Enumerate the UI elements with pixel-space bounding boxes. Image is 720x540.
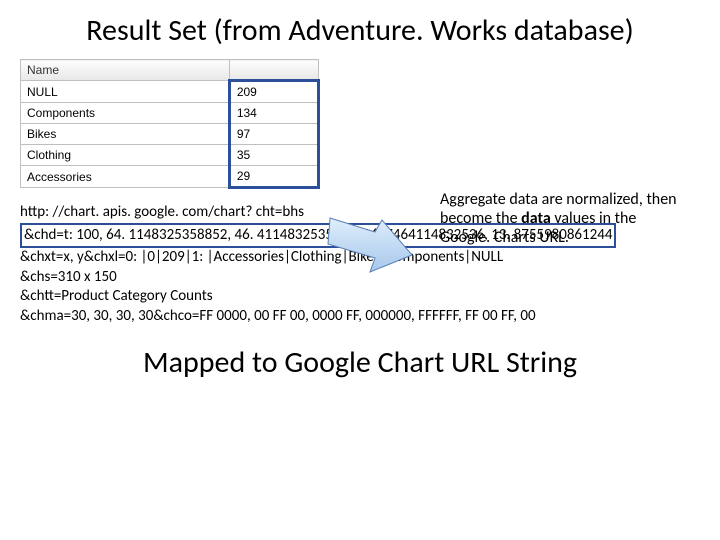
table-header-row: Name bbox=[21, 60, 319, 81]
table-row: Bikes 97 bbox=[21, 124, 319, 145]
table-row: Accessories 29 bbox=[21, 166, 319, 188]
cell-value: 209 bbox=[229, 81, 318, 103]
cell-value: 97 bbox=[229, 124, 318, 145]
result-table-container: Name NULL 209 Components 134 Bikes 97 Cl… bbox=[20, 59, 320, 189]
url-line: &chtt=Product Category Counts bbox=[20, 287, 700, 307]
cell-value: 134 bbox=[229, 103, 318, 124]
cell-value: 29 bbox=[229, 166, 318, 188]
cell-name: Bikes bbox=[21, 124, 230, 145]
cell-name: NULL bbox=[21, 81, 230, 103]
arrow-icon bbox=[320, 210, 420, 280]
footer-title: Mapped to Google Chart URL String bbox=[0, 344, 720, 381]
col-header-name: Name bbox=[21, 60, 230, 81]
callout-text: Aggregate data are normalized, then beco… bbox=[440, 190, 690, 248]
cell-name: Accessories bbox=[21, 166, 230, 188]
cell-name: Clothing bbox=[21, 145, 230, 166]
page-title: Result Set (from Adventure. Works databa… bbox=[0, 0, 720, 53]
result-table: Name NULL 209 Components 134 Bikes 97 Cl… bbox=[20, 59, 320, 189]
cell-name: Components bbox=[21, 103, 230, 124]
table-row: NULL 209 bbox=[21, 81, 319, 103]
table-row: Clothing 35 bbox=[21, 145, 319, 166]
table-row: Components 134 bbox=[21, 103, 319, 124]
col-header-value bbox=[229, 60, 318, 81]
url-line: &chma=30, 30, 30, 30&chco=FF 0000, 00 FF… bbox=[20, 307, 700, 327]
cell-value: 35 bbox=[229, 145, 318, 166]
